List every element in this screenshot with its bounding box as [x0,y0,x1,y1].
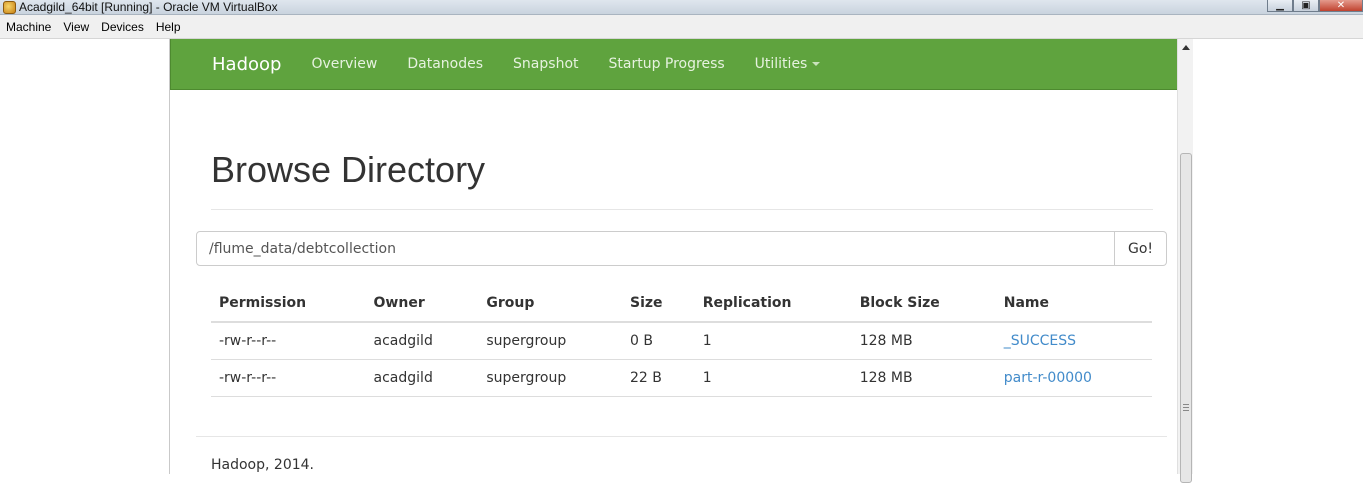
header-size[interactable]: Size [622,284,695,323]
header-permission[interactable]: Permission [211,284,366,323]
cell-permission: -rw-r--r-- [211,322,366,360]
table-header-row: Permission Owner Group Size Replication … [211,284,1152,323]
scroll-up-arrow-icon[interactable] [1178,41,1193,53]
navbar-brand[interactable]: Hadoop [212,54,281,75]
vm-menu-bar: Machine View Devices Help [0,15,1363,39]
cell-name: _SUCCESS [995,322,1152,360]
hadoop-web-page: Hadoop Overview Datanodes Snapshot Start… [169,39,1177,474]
directory-listing-table: Permission Owner Group Size Replication … [211,284,1152,397]
cell-size: 0 B [622,322,695,360]
nav-startup-progress[interactable]: Startup Progress [594,39,740,89]
window-title: Acadgild_64bit [Running] - Oracle VM Vir… [19,0,278,14]
table-row: -rw-r--r-- acadgild supergroup 22 B 1 12… [211,359,1152,397]
page-footer: Hadoop, 2014. [211,457,314,473]
menu-view[interactable]: View [57,16,95,38]
nav-utilities-label: Utilities [754,56,808,72]
cell-replication: 1 [694,359,852,397]
minimize-button[interactable]: ▁ [1267,0,1293,12]
table-row: -rw-r--r-- acadgild supergroup 0 B 1 128… [211,322,1152,360]
scrollbar-thumb[interactable] [1180,153,1192,483]
cell-replication: 1 [694,322,852,360]
grip-icon [1183,404,1189,411]
cell-size: 22 B [622,359,695,397]
cell-group: supergroup [478,322,623,360]
close-button[interactable]: ✕ [1319,0,1363,12]
header-group[interactable]: Group [478,284,623,323]
page-scrollbar[interactable] [1177,39,1193,483]
cell-group: supergroup [478,359,623,397]
cell-permission: -rw-r--r-- [211,359,366,397]
header-block-size[interactable]: Block Size [851,284,996,323]
cell-owner: acadgild [365,322,479,360]
file-link[interactable]: part-r-00000 [1004,370,1092,386]
cell-owner: acadgild [365,359,479,397]
nav-datanodes[interactable]: Datanodes [392,39,498,89]
menu-help[interactable]: Help [150,16,187,38]
cell-block-size: 128 MB [851,322,996,360]
menu-machine[interactable]: Machine [0,16,57,38]
file-link[interactable]: _SUCCESS [1004,333,1076,349]
go-button[interactable]: Go! [1115,231,1167,266]
header-owner[interactable]: Owner [365,284,479,323]
nav-snapshot[interactable]: Snapshot [498,39,593,89]
hadoop-navbar: Hadoop Overview Datanodes Snapshot Start… [170,39,1177,90]
page-header: Browse Directory [211,148,1153,210]
page-title: Browse Directory [211,149,486,190]
directory-path-input[interactable] [196,231,1115,266]
cell-name: part-r-00000 [995,359,1152,397]
nav-overview[interactable]: Overview [296,39,392,89]
maximize-button[interactable]: ▣ [1293,0,1319,12]
virtualbox-app-icon [3,1,16,14]
menu-devices[interactable]: Devices [95,16,150,38]
cell-block-size: 128 MB [851,359,996,397]
path-input-group: Go! [196,231,1167,266]
header-name[interactable]: Name [995,284,1152,323]
caret-down-icon [812,62,821,66]
header-replication[interactable]: Replication [694,284,852,323]
footer-divider [196,436,1167,437]
window-title-bar: Acadgild_64bit [Running] - Oracle VM Vir… [0,0,1363,15]
nav-utilities-dropdown[interactable]: Utilities [740,39,836,89]
window-controls: ▁ ▣ ✕ [1267,0,1363,12]
